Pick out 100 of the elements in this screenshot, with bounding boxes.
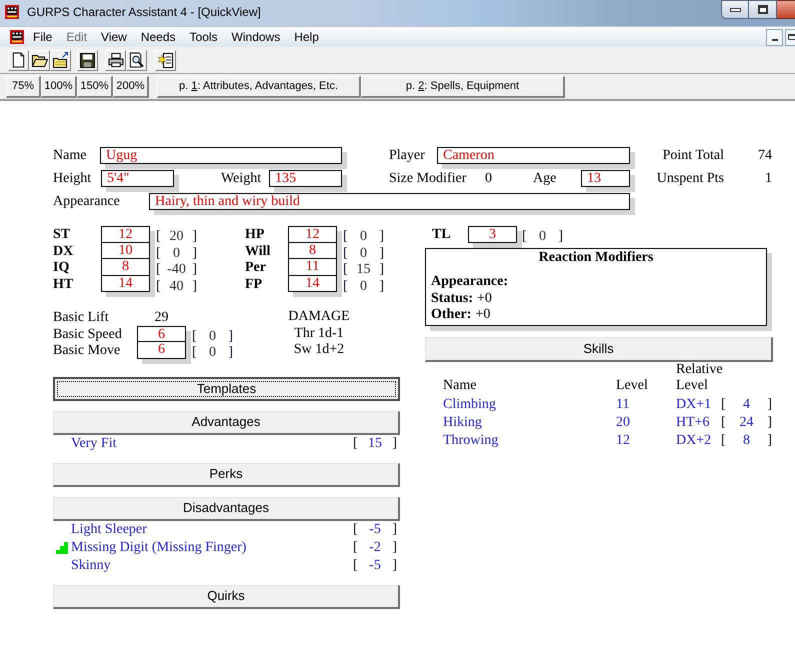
skill-name[interactable]: Climbing [443,396,496,412]
column-header: Relative Level [676,362,724,394]
skill-level: 20 [616,414,630,430]
points-cost: [ 4 ] [721,396,772,414]
field-label: Point Total [662,148,724,163]
unspent-points-value: 1 [765,171,772,186]
field-label: Name [53,148,86,163]
open-folder-icon [32,52,48,68]
point-total-value: 74 [758,148,772,163]
field-label: Size Modifier [389,171,466,186]
field-label: FP [245,276,262,292]
points-cost: [ 0 ] [343,228,384,246]
printer-icon [108,52,124,68]
field-label: ST [53,227,70,242]
toolbar-button[interactable] [126,50,147,70]
column-header: Level [616,378,648,393]
damage-value: Sw 1d+2 [294,342,344,358]
trait-name[interactable]: Missing Digit (Missing Finger) [71,540,246,555]
toolbar-button[interactable] [155,50,176,70]
zoom-button[interactable]: 150% [77,76,113,98]
maximize-button[interactable] [749,0,777,19]
relative-level: HT+6 [676,414,710,430]
mdi-restore-button[interactable] [785,28,795,46]
skill-name[interactable]: Throwing [443,432,498,448]
points-cost: [ 0 ] [522,228,563,246]
points-cost: [ -5 ] [353,557,397,575]
minimize-button[interactable] [721,0,749,19]
toolbar-button[interactable] [29,50,50,70]
field-label: Basic Move [53,343,120,358]
skill-level: 12 [616,432,630,448]
field-label: HP [245,227,264,242]
magnifier-page-icon [129,52,144,68]
skill-level: 11 [616,396,630,412]
field-label: Appearance [53,194,120,209]
points-cost: [ 0 ] [192,328,233,346]
menu-item[interactable]: Windows [224,29,288,45]
points-cost: [ 0 ] [343,244,384,262]
trait-name[interactable]: Very Fit [71,436,116,451]
trait-name[interactable]: Light Sleeper [71,522,147,537]
points-cost: [ -2 ] [353,539,397,557]
blank-page-icon [11,52,26,68]
menu-item[interactable]: Help [287,29,326,45]
trait-name[interactable]: Skinny [71,558,111,573]
points-cost: [ 0 ] [192,344,233,362]
points-cost: [ 0 ] [156,244,197,262]
menu-item[interactable]: Tools [182,29,225,45]
menu-item[interactable]: Needs [134,29,183,45]
points-cost: [ -5 ] [353,521,397,539]
field-label: Basic Speed [53,326,122,342]
points-cost: [ 20 ] [156,228,197,246]
minimize-icon [730,8,740,12]
section-header-button[interactable]: Templates [53,376,400,400]
size-modifier-value: 0 [485,171,492,186]
toolbar-button[interactable] [50,50,71,70]
field-label: Weight [221,171,262,186]
damage-heading: DAMAGE [288,309,350,326]
field-label: TL [432,227,451,242]
minimize-icon [772,38,778,40]
app-icon [5,4,19,20]
zoom-button[interactable]: 200% [113,76,149,98]
skill-name[interactable]: Hiking [443,414,482,430]
menu-item[interactable]: File [26,29,60,45]
column-header: Name [443,378,476,393]
field-label: Player [389,148,425,163]
section-header-button[interactable]: Advantages [53,410,400,434]
points-cost: [ 0 ] [343,278,384,296]
points-cost: [ 15 ] [353,435,397,453]
close-button[interactable] [777,0,795,19]
zoom-button[interactable]: 100% [41,76,77,98]
page-tab[interactable]: p. 2: Spells, Equipment [361,76,565,98]
basic-lift-value: 29 [154,310,168,325]
relative-level: DX+1 [676,396,712,412]
damage-value: Thr 1d-1 [294,326,344,342]
relative-level: DX+2 [676,432,712,448]
window-title: GURPS Character Assistant 4 - [QuickView] [27,4,261,20]
menu-item[interactable]: View [94,29,134,45]
mdi-minimize-button[interactable] [766,28,783,46]
section-header-button[interactable]: Perks [53,462,400,486]
reaction-modifier-line: Other: +0 [431,307,490,322]
reaction-modifier-line: Appearance: [431,274,508,289]
maximize-icon [758,5,768,14]
toolbar-button[interactable] [8,50,29,70]
points-cost: [ 15 ] [343,261,384,279]
panel-title: Reaction Modifiers [538,250,654,265]
folder-arrow-icon [52,52,68,68]
points-cost: [ 40 ] [156,278,197,296]
toolbar-button[interactable] [77,50,98,70]
restore-icon [788,34,795,40]
field-label: Will [245,244,270,258]
section-header-button[interactable]: Disadvantages [53,496,400,520]
field-label: Unspent Pts [656,171,724,186]
reaction-modifier-line: Status: +0 [431,290,492,306]
section-header-button[interactable]: Quirks [53,584,400,608]
toolbar-button[interactable] [105,50,126,70]
points-cost: [ 8 ] [721,432,772,450]
zoom-button[interactable]: 75% [6,76,41,98]
field-label: Per [245,260,266,275]
page-tab[interactable]: p. 1: Attributes, Advantages, Etc. [157,76,361,98]
section-header-button[interactable]: Skills [425,337,773,362]
field-label: Age [533,171,556,186]
